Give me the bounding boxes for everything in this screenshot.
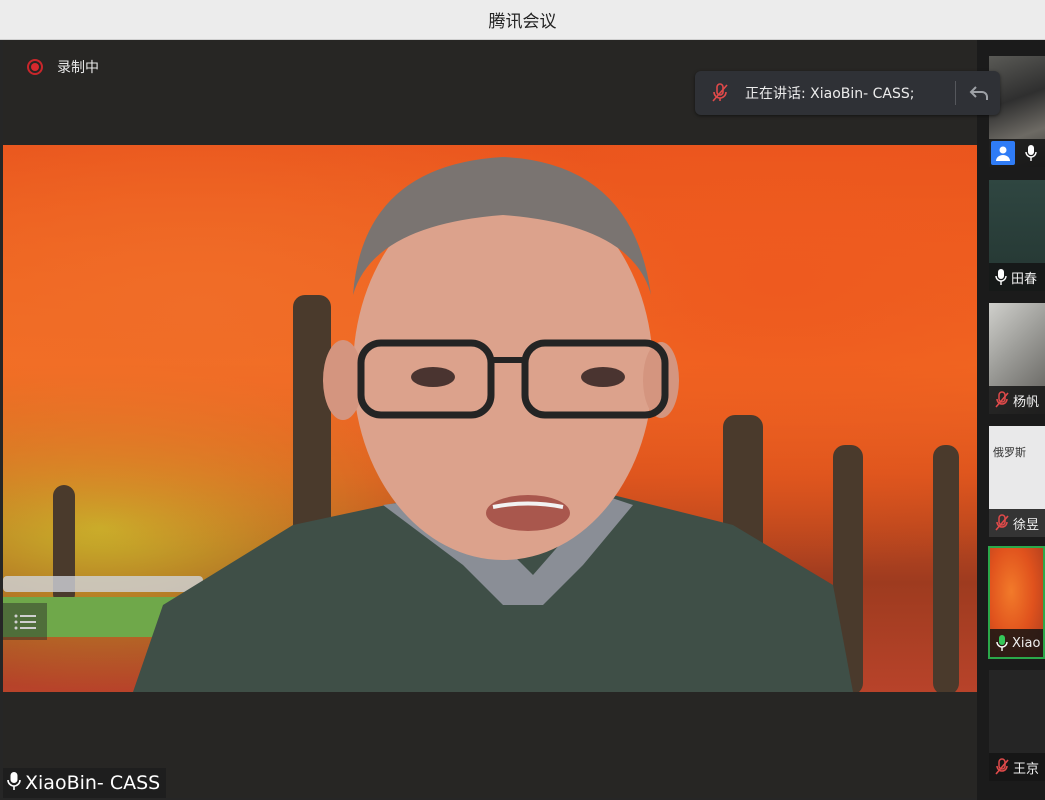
collapse-arrow-icon[interactable] (964, 84, 994, 102)
participant-label: 徐昱 (989, 509, 1045, 537)
participant-tile[interactable]: 王京 (989, 670, 1045, 781)
window-title-bar: 腾讯会议 (0, 0, 1045, 40)
recording-label: 录制中 (57, 60, 99, 76)
speaker-figure (133, 157, 853, 692)
window-title: 腾讯会议 (488, 12, 557, 32)
participant-name: 杨帆 (1013, 394, 1040, 410)
participant-name: 田春 (1011, 271, 1038, 287)
participant-label: 田春 (989, 263, 1045, 291)
participant-tile[interactable]: 俄罗斯 徐昱 (989, 426, 1045, 537)
recording-indicator[interactable]: 录制中 (27, 57, 99, 77)
active-mic-icon (996, 634, 1008, 652)
speaking-banner: 正在讲话: XiaoBin- CASS; (695, 71, 1000, 115)
participant-tile-active[interactable]: Xiao (988, 546, 1045, 659)
divider (955, 81, 956, 105)
participant-tile[interactable]: 杨帆 (989, 303, 1045, 414)
speaking-text: 正在讲话: XiaoBin- CASS; (745, 86, 915, 102)
participant-name: Xiao (1012, 635, 1041, 651)
participant-label: 王京 (989, 753, 1045, 781)
speaker-name-tag: XiaoBin- CASS (3, 768, 167, 798)
participant-rail: 田春 杨帆 俄罗斯 徐昱 Xiao 王京 (977, 40, 1045, 800)
tree-trunk (933, 445, 959, 692)
mic-icon (1025, 144, 1037, 162)
speaker-name: XiaoBin- CASS (25, 772, 161, 794)
participant-name: 王京 (1013, 761, 1040, 777)
muted-mic-icon[interactable] (695, 83, 745, 103)
participant-label: 杨帆 (989, 386, 1045, 414)
muted-mic-icon (995, 758, 1009, 776)
mic-icon (7, 771, 21, 796)
person-icon (991, 141, 1015, 165)
mic-icon (995, 268, 1007, 286)
shared-screen-text: 俄罗斯 (993, 446, 1026, 459)
list-view-button[interactable] (3, 603, 47, 640)
participant-label (989, 139, 1045, 167)
recording-icon (27, 59, 43, 75)
muted-mic-icon (995, 514, 1009, 532)
participant-tile[interactable]: 田春 (989, 180, 1045, 291)
main-video[interactable] (3, 145, 977, 692)
participant-name: 徐昱 (1013, 517, 1040, 533)
participant-label: Xiao (990, 629, 1043, 657)
muted-mic-icon (995, 391, 1009, 409)
